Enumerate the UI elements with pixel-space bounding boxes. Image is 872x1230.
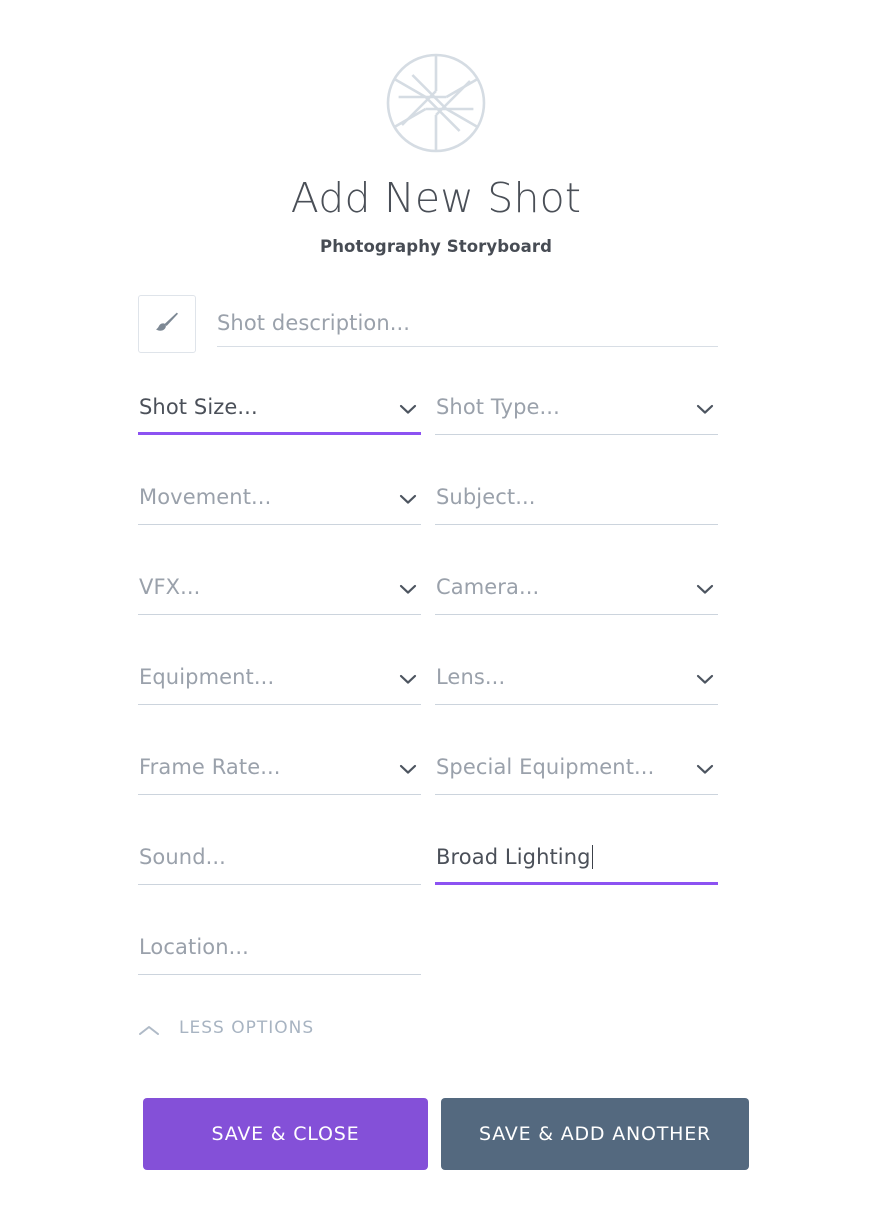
aperture-icon <box>385 52 487 154</box>
paintbrush-icon-button[interactable] <box>138 295 196 353</box>
field-sound[interactable]: Sound... <box>138 841 421 885</box>
field-shot-size-label: Shot Size... <box>139 395 258 419</box>
field-row: Location... <box>138 931 718 975</box>
dialog-actions: SAVE & CLOSE SAVE & ADD ANOTHER <box>143 1098 750 1170</box>
page-subtitle: Photography Storyboard <box>320 237 552 257</box>
paintbrush-icon <box>153 308 181 340</box>
field-lighting-underline <box>435 882 718 885</box>
chevron-up-icon <box>138 1022 160 1035</box>
field-special-equipment-underline <box>435 794 718 795</box>
field-vfx-underline <box>138 614 421 615</box>
field-lighting[interactable]: Broad Lighting <box>435 841 718 885</box>
field-subject[interactable]: Subject... <box>435 481 718 525</box>
field-camera[interactable]: Camera... <box>435 571 718 615</box>
chevron-down-icon <box>696 670 714 684</box>
field-movement[interactable]: Movement... <box>138 481 421 525</box>
description-row: Shot description... <box>138 295 718 359</box>
field-row: Frame Rate... Special Equipment... <box>138 751 718 795</box>
field-row: Sound... Broad Lighting <box>138 841 718 885</box>
field-equipment[interactable]: Equipment... <box>138 661 421 705</box>
field-lighting-text: Broad Lighting <box>436 845 591 869</box>
save-and-add-another-button[interactable]: SAVE & ADD ANOTHER <box>441 1098 750 1170</box>
field-row: VFX... Camera... <box>138 571 718 615</box>
field-lens-underline <box>435 704 718 705</box>
field-shot-type-label: Shot Type... <box>436 395 560 419</box>
field-movement-underline <box>138 524 421 525</box>
chevron-down-icon <box>696 760 714 774</box>
field-movement-label: Movement... <box>139 485 272 509</box>
field-special-equipment[interactable]: Special Equipment... <box>435 751 718 795</box>
chevron-down-icon <box>696 400 714 414</box>
field-lens-label: Lens... <box>436 665 506 689</box>
chevron-down-icon <box>399 490 417 504</box>
field-frame-rate-label: Frame Rate... <box>139 755 281 779</box>
chevron-down-icon <box>696 580 714 594</box>
less-options-toggle[interactable]: LESS OPTIONS <box>138 1018 314 1038</box>
field-location-label: Location... <box>139 935 249 959</box>
less-options-label: LESS OPTIONS <box>179 1018 315 1038</box>
shot-description-placeholder: Shot description... <box>217 311 411 335</box>
field-lighting-value: Broad Lighting <box>436 845 594 869</box>
field-equipment-underline <box>138 704 421 705</box>
field-vfx-label: VFX... <box>139 575 201 599</box>
field-shot-size-underline <box>138 432 421 435</box>
field-shot-size[interactable]: Shot Size... <box>138 391 421 435</box>
field-location-underline <box>138 974 421 975</box>
field-subject-label: Subject... <box>436 485 536 509</box>
dialog-header: Add New Shot Photography Storyboard <box>0 0 872 256</box>
field-subject-underline <box>435 524 718 525</box>
chevron-down-icon <box>399 400 417 414</box>
save-and-close-button[interactable]: SAVE & CLOSE <box>143 1098 428 1170</box>
chevron-down-icon <box>399 670 417 684</box>
page-title: Add New Shot <box>290 174 582 222</box>
field-camera-label: Camera... <box>436 575 540 599</box>
chevron-down-icon <box>399 760 417 774</box>
shot-form: Shot description... Shot Size... Shot Ty… <box>138 295 718 975</box>
field-sound-underline <box>138 884 421 885</box>
chevron-down-icon <box>399 580 417 594</box>
field-frame-rate[interactable]: Frame Rate... <box>138 751 421 795</box>
field-location[interactable]: Location... <box>138 931 421 975</box>
add-shot-dialog: Add New Shot Photography Storyboard Shot… <box>0 0 872 1230</box>
field-lens[interactable]: Lens... <box>435 661 718 705</box>
field-row: Movement... Subject... <box>138 481 718 525</box>
field-grid: Shot Size... Shot Type... Movement... Su… <box>138 391 718 975</box>
field-special-equipment-label: Special Equipment... <box>436 755 655 779</box>
text-cursor <box>591 845 594 869</box>
shot-description-underline <box>217 346 718 347</box>
field-vfx[interactable]: VFX... <box>138 571 421 615</box>
shot-description-input[interactable]: Shot description... <box>217 295 718 353</box>
field-camera-underline <box>435 614 718 615</box>
field-shot-type-underline <box>435 434 718 435</box>
field-sound-label: Sound... <box>139 845 226 869</box>
field-row: Shot Size... Shot Type... <box>138 391 718 435</box>
field-equipment-label: Equipment... <box>139 665 275 689</box>
field-shot-type[interactable]: Shot Type... <box>435 391 718 435</box>
field-row: Equipment... Lens... <box>138 661 718 705</box>
field-frame-rate-underline <box>138 794 421 795</box>
